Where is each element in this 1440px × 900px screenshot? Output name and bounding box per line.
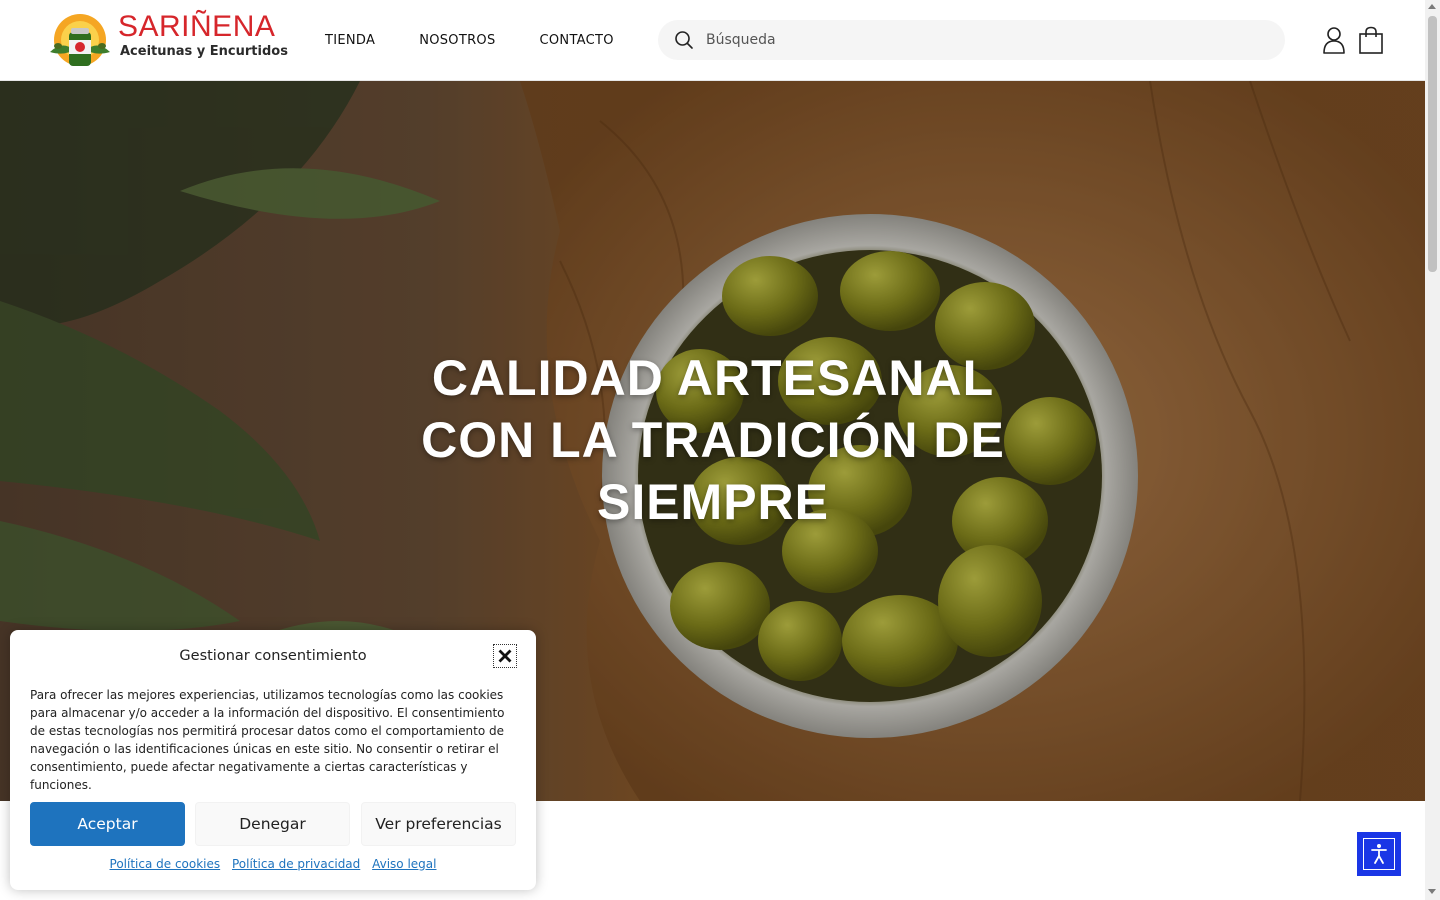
accessibility-icon: [1371, 844, 1387, 864]
user-icon[interactable]: [1322, 26, 1346, 54]
cookie-consent-dialog: Gestionar consentimiento Para ofrecer la…: [10, 630, 536, 890]
hero-title: CALIDAD ARTESANAL CON LA TRADICIÓN DE SI…: [412, 347, 1014, 533]
search-icon[interactable]: [674, 30, 694, 50]
nav-item-contacto[interactable]: CONTACTO: [540, 33, 614, 48]
close-icon[interactable]: [493, 644, 517, 668]
accessibility-button[interactable]: [1357, 832, 1401, 876]
scroll-down-arrow-icon[interactable]: [1428, 889, 1436, 894]
accessibility-frame: [1363, 838, 1395, 870]
legal-notice-link[interactable]: Aviso legal: [372, 857, 436, 871]
site-logo[interactable]: SARIÑENA Aceitunas y Encurtidos: [44, 8, 288, 72]
shopping-bag-icon[interactable]: [1358, 26, 1384, 54]
cookie-policy-link[interactable]: Política de cookies: [110, 857, 221, 871]
deny-button[interactable]: Denegar: [195, 802, 350, 846]
privacy-policy-link[interactable]: Política de privacidad: [232, 857, 360, 871]
cookie-description: Para ofrecer las mejores experiencias, u…: [30, 688, 505, 792]
search-bar: [658, 20, 1285, 60]
hero-title-line-1: CALIDAD ARTESANAL: [431, 350, 995, 406]
scroll-up-arrow-icon[interactable]: [1428, 4, 1436, 9]
nav-item-nosotros[interactable]: NOSOTROS: [419, 33, 495, 48]
cookie-title: Gestionar consentimiento: [179, 648, 367, 664]
logo-name: SARIÑENA: [118, 10, 276, 43]
hero-title-line-3: SIEMPRE: [596, 474, 830, 530]
nav-item-tienda[interactable]: TIENDA: [325, 33, 375, 48]
search-input[interactable]: [706, 20, 1266, 60]
main-nav: TIENDA NOSOTROS CONTACTO: [325, 0, 658, 80]
cookie-links: Política de cookies Política de privacid…: [10, 857, 536, 871]
logo-badge-icon: [50, 14, 110, 66]
preferences-button[interactable]: Ver preferencias: [361, 802, 516, 846]
hero-title-line-2: CON LA TRADICIÓN DE: [421, 412, 1005, 468]
accept-button[interactable]: Aceptar: [30, 802, 185, 846]
site-header: SARIÑENA Aceitunas y Encurtidos TIENDA N…: [0, 0, 1425, 81]
page-scrollbar[interactable]: [1425, 0, 1440, 900]
scroll-thumb[interactable]: [1428, 16, 1437, 272]
logo-tagline: Aceitunas y Encurtidos: [120, 44, 288, 59]
